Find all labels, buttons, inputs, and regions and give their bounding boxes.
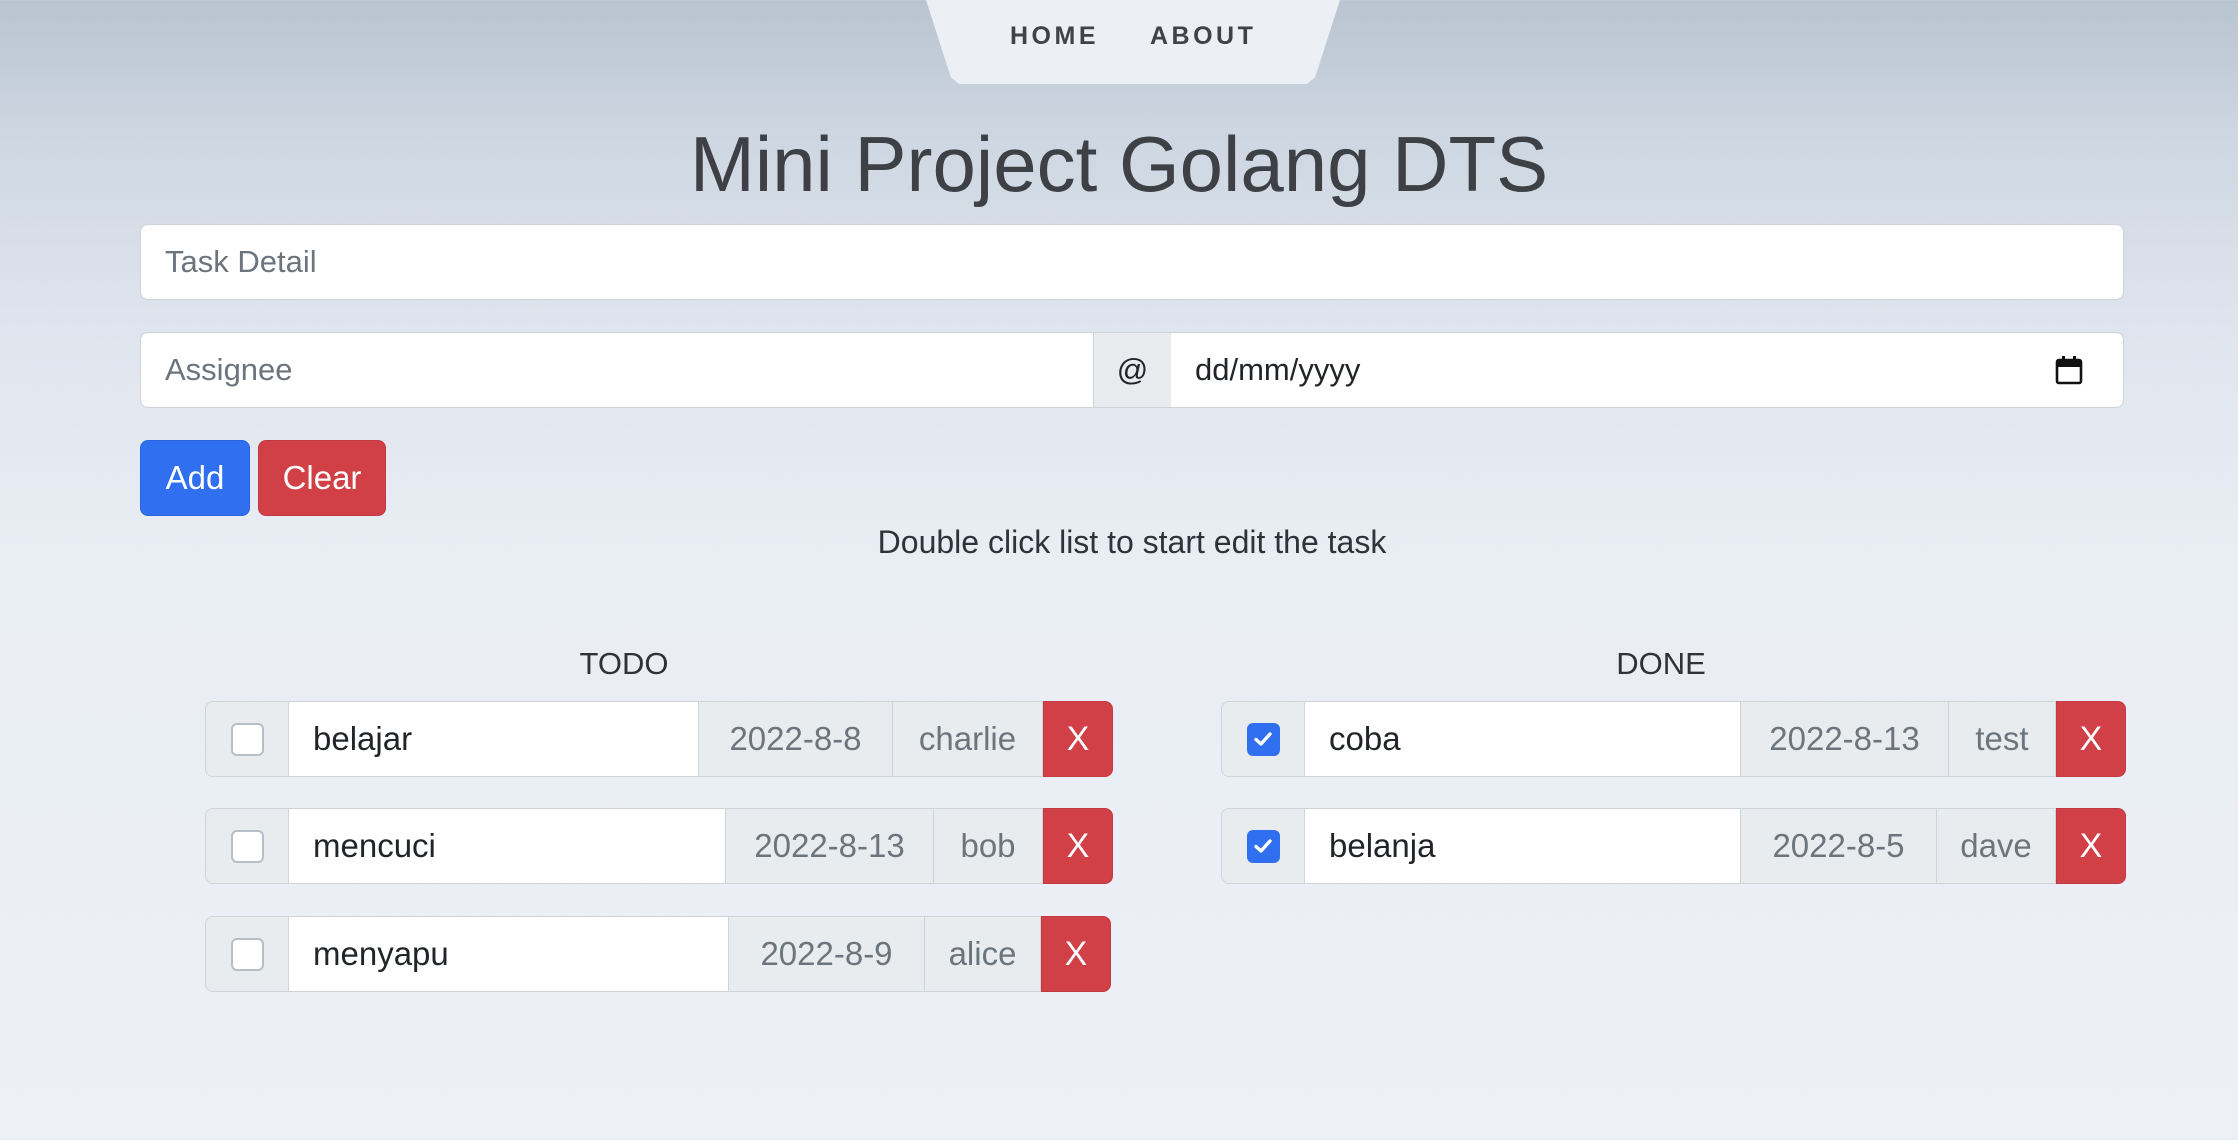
top-nav (926, 0, 1340, 84)
at-addon: @ (1093, 332, 1172, 408)
task-text[interactable]: belajar (289, 701, 699, 777)
task-date: 2022-8-5 (1741, 808, 1937, 884)
done-checkbox[interactable] (1246, 722, 1280, 756)
checkbox-cell (205, 916, 289, 992)
nav-about-link[interactable]: ABOUT (1150, 24, 1256, 49)
due-date-input[interactable]: dd/mm/yyyy (1171, 332, 2124, 408)
task-assignee: charlie (893, 701, 1043, 777)
task-assignee: dave (1937, 808, 2056, 884)
done-heading: DONE (1616, 646, 1706, 681)
todo-item: menyapu 2022-8-9 alice X (205, 916, 1111, 992)
assignee-placeholder: Assignee (165, 352, 293, 387)
checkbox-cell (1221, 701, 1305, 777)
task-detail-placeholder: Task Detail (165, 244, 317, 279)
page-title: Mini Project Golang DTS (689, 120, 1549, 208)
todo-checkbox[interactable] (230, 722, 264, 756)
task-date: 2022-8-8 (699, 701, 893, 777)
date-placeholder: dd/mm/yyyy (1195, 352, 1361, 387)
checkmark-icon (1254, 839, 1272, 853)
task-text[interactable]: mencuci (289, 808, 726, 884)
task-detail-input[interactable]: Task Detail (140, 224, 2124, 300)
todo-heading: TODO (579, 646, 669, 681)
add-button[interactable]: Add (140, 440, 250, 516)
delete-button[interactable]: X (1043, 701, 1113, 777)
checkbox-cell (205, 808, 289, 884)
delete-button[interactable]: X (2056, 701, 2126, 777)
done-item: coba 2022-8-13 test X (1221, 701, 2126, 777)
checkmark-icon (1254, 732, 1272, 746)
todo-item: belajar 2022-8-8 charlie X (205, 701, 1113, 777)
task-text[interactable]: belanja (1305, 808, 1741, 884)
task-text[interactable]: menyapu (289, 916, 729, 992)
delete-button[interactable]: X (1041, 916, 1111, 992)
edit-hint: Double click list to start edit the task (877, 524, 1387, 560)
calendar-icon[interactable] (2055, 355, 2083, 385)
todo-checkbox[interactable] (230, 937, 264, 971)
done-checkbox[interactable] (1246, 829, 1280, 863)
task-assignee: bob (934, 808, 1043, 884)
todo-item: mencuci 2022-8-13 bob X (205, 808, 1113, 884)
task-text[interactable]: coba (1305, 701, 1741, 777)
task-assignee: alice (925, 916, 1041, 992)
checkbox-cell (205, 701, 289, 777)
task-date: 2022-8-13 (1741, 701, 1949, 777)
checkbox-cell (1221, 808, 1305, 884)
task-date: 2022-8-9 (729, 916, 925, 992)
task-date: 2022-8-13 (726, 808, 934, 884)
clear-button[interactable]: Clear (258, 440, 386, 516)
delete-button[interactable]: X (2056, 808, 2126, 884)
delete-button[interactable]: X (1043, 808, 1113, 884)
todo-checkbox[interactable] (230, 829, 264, 863)
task-assignee: test (1949, 701, 2056, 777)
nav-home-link[interactable]: HOME (1010, 24, 1099, 49)
done-item: belanja 2022-8-5 dave X (1221, 808, 2126, 884)
assignee-input[interactable]: Assignee (140, 332, 1094, 408)
